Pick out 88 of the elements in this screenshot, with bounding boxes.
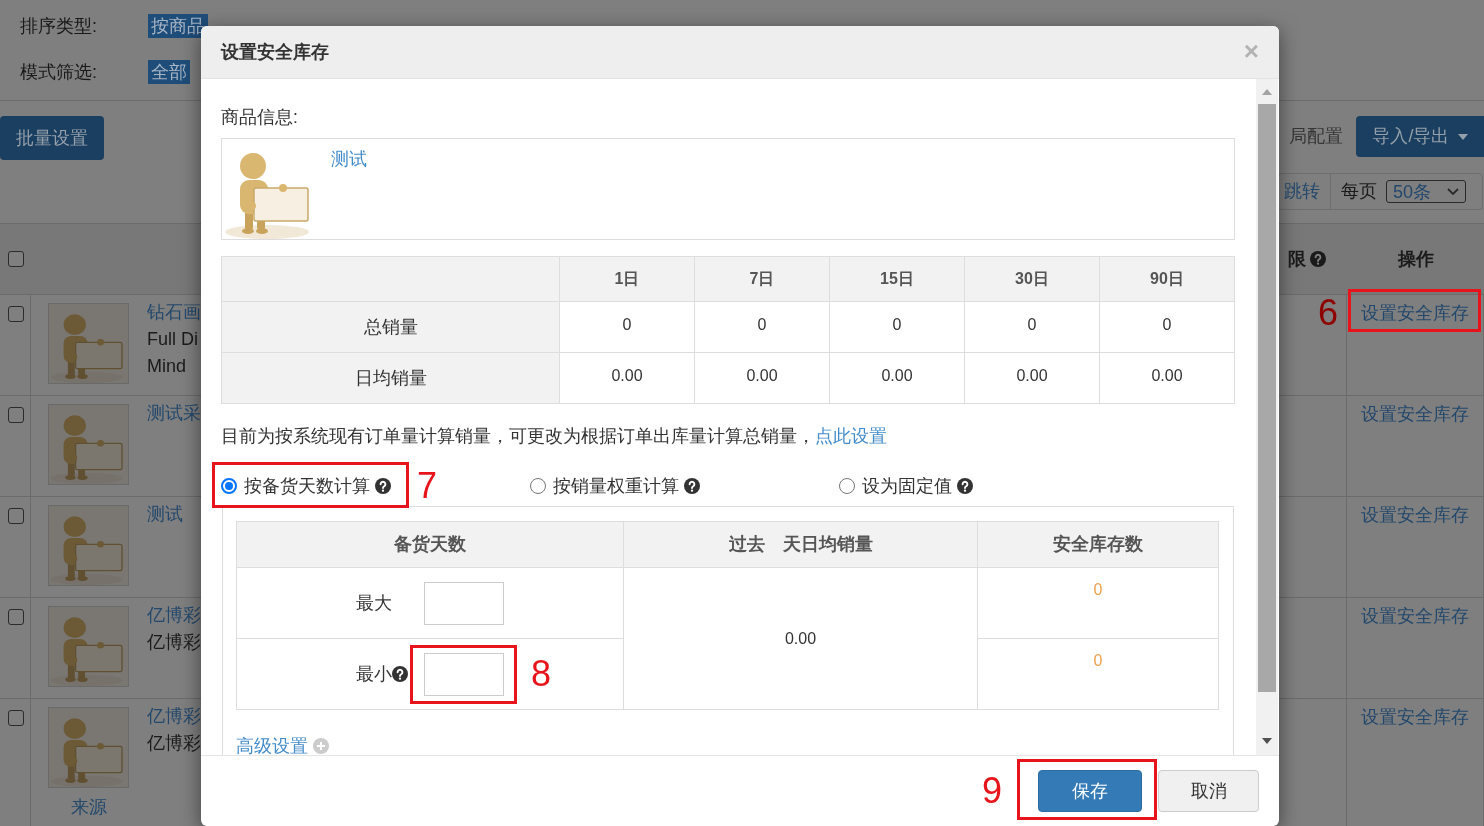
table-cell: 0.00 xyxy=(1100,353,1235,404)
table-cell: 0.00 xyxy=(560,353,695,404)
table-header-cell: 1日 xyxy=(560,257,695,302)
table-header-cell: 过去 天日均销量 xyxy=(624,522,978,568)
table-header-cell: 15日 xyxy=(830,257,965,302)
radio-button[interactable] xyxy=(839,478,855,494)
product-text: 亿博彩 xyxy=(147,732,201,755)
row-header-cell: 总销量 xyxy=(222,302,560,353)
product-link[interactable]: 钻石画 xyxy=(147,299,201,326)
dialog-title: 设置安全库存 xyxy=(221,40,329,64)
column-header: 操作 xyxy=(1397,247,1434,271)
checkbox[interactable] xyxy=(8,306,24,322)
product-link[interactable]: 亿博彩 xyxy=(147,703,201,730)
page-size-select[interactable]: 50条 xyxy=(1386,180,1466,203)
global-config-button[interactable]: 局配置 xyxy=(1289,123,1343,150)
table-header-cell: 90日 xyxy=(1100,257,1235,302)
table-cell: 0 xyxy=(695,302,830,353)
daily-sales-value: 0.00 xyxy=(784,628,817,649)
table-header-cell: 7日 xyxy=(695,257,830,302)
radio-label[interactable]: 按销量权重计算 xyxy=(553,476,679,496)
filter-label: 模式筛选: xyxy=(20,61,98,84)
radio-button[interactable] xyxy=(530,478,546,494)
checkbox[interactable] xyxy=(8,508,24,524)
down-triangle-icon[interactable] xyxy=(1262,738,1272,744)
set-safety-stock-link[interactable]: 设置安全库存 xyxy=(1361,303,1469,323)
row-header-cell: 日均销量 xyxy=(222,353,560,404)
radio-button[interactable] xyxy=(221,478,237,494)
table-header-cell: 备货天数 xyxy=(237,522,624,568)
annotation-number: 7 xyxy=(417,468,438,504)
radio-label[interactable]: 设为固定值 xyxy=(862,476,952,496)
notice-text: 目前为按系统现有订单量计算销量，可更改为根据订单出库量计算总销量，点此设置 xyxy=(221,426,888,446)
advanced-settings-link[interactable]: 高级设置 xyxy=(236,737,308,755)
question-mark-icon[interactable] xyxy=(392,666,408,682)
field-label: 最小 xyxy=(356,664,392,684)
table-header-cell: 30日 xyxy=(965,257,1100,302)
set-safety-stock-link[interactable]: 设置安全库存 xyxy=(1361,606,1469,626)
batch-settings-button[interactable]: 批量设置 xyxy=(0,116,104,160)
number-input[interactable] xyxy=(424,652,504,696)
checkbox[interactable] xyxy=(8,407,24,423)
scrollbar-thumb[interactable] xyxy=(1258,104,1276,692)
scrollbar-track[interactable] xyxy=(1256,79,1278,755)
close-button[interactable]: × xyxy=(1243,38,1259,64)
product-text: Mind xyxy=(147,355,186,378)
section-label: 商品信息: xyxy=(221,107,299,127)
product-link[interactable]: 测试采 xyxy=(147,400,201,427)
table-cell: 0 xyxy=(965,302,1100,353)
number-input[interactable] xyxy=(424,581,504,625)
table-cell: 0 xyxy=(1100,302,1235,353)
product-link[interactable]: 测试 xyxy=(331,149,367,169)
filter-label: 排序类型: xyxy=(20,15,98,38)
source-link[interactable]: 来源 xyxy=(48,797,129,817)
safety-stock-value: 0 xyxy=(1093,581,1103,599)
filter-option[interactable]: 全部 xyxy=(148,60,190,84)
annotation-number: 8 xyxy=(531,656,552,692)
column-header: 限 xyxy=(1288,247,1306,271)
up-triangle-icon[interactable] xyxy=(1262,89,1272,95)
set-safety-stock-link[interactable]: 设置安全库存 xyxy=(1361,505,1469,525)
field-label: 最大 xyxy=(356,593,392,613)
checkbox[interactable] xyxy=(8,609,24,625)
import-export-button[interactable]: 导入/导出 xyxy=(1356,116,1484,157)
set-safety-stock-link[interactable]: 设置安全库存 xyxy=(1361,707,1469,727)
cancel-button[interactable]: 取消 xyxy=(1158,770,1259,812)
question-mark-icon[interactable] xyxy=(957,478,973,494)
safety-stock-value: 0 xyxy=(1093,652,1103,670)
annotation-number: 9 xyxy=(981,773,1002,809)
question-mark-icon[interactable] xyxy=(375,478,391,494)
table-cell: 0.00 xyxy=(695,353,830,404)
caret-icon xyxy=(1457,133,1468,140)
checkbox[interactable] xyxy=(8,251,24,267)
annotation-number: 6 xyxy=(1317,295,1338,331)
question-mark-icon[interactable] xyxy=(684,478,700,494)
table-cell: 0 xyxy=(560,302,695,353)
table-cell: 0 xyxy=(830,302,965,353)
chevron-down-icon xyxy=(1447,188,1459,195)
product-link[interactable]: 亿博彩 xyxy=(147,602,201,629)
product-text: 亿博彩 xyxy=(147,631,201,654)
product-link[interactable]: 测试 xyxy=(147,501,183,528)
table-cell: 0.00 xyxy=(830,353,965,404)
per-page-label: 每页 xyxy=(1340,180,1378,203)
checkbox[interactable] xyxy=(8,710,24,726)
product-text: Full Di xyxy=(147,328,198,351)
table-cell: 0.00 xyxy=(965,353,1100,404)
radio-label[interactable]: 按备货天数计算 xyxy=(244,476,370,496)
table-header-cell: 安全库存数 xyxy=(978,522,1219,568)
jump-button[interactable]: 跳转 xyxy=(1279,178,1330,205)
set-safety-stock-link[interactable]: 设置安全库存 xyxy=(1361,404,1469,424)
settings-link[interactable]: 点此设置 xyxy=(815,426,887,446)
save-button[interactable]: 保存 xyxy=(1038,770,1142,812)
